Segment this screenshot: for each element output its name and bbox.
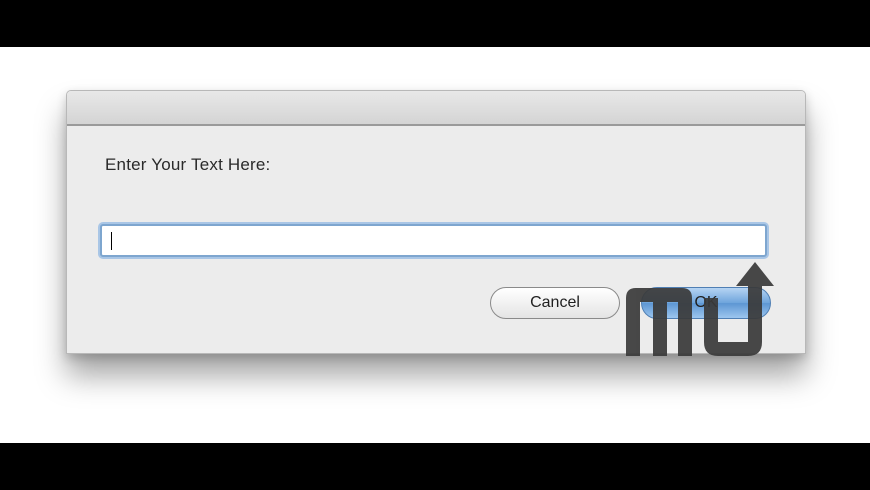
text-caret: [111, 232, 112, 250]
ok-button[interactable]: OK: [641, 287, 771, 319]
letterbox-top: [0, 0, 870, 47]
text-field[interactable]: [100, 224, 767, 257]
cancel-button[interactable]: Cancel: [490, 287, 620, 319]
text-input-dialog: Enter Your Text Here: Cancel OK: [66, 90, 806, 354]
dialog-titlebar[interactable]: [67, 91, 805, 126]
dialog-prompt: Enter Your Text Here:: [105, 155, 271, 174]
letterbox-bottom: [0, 443, 870, 490]
